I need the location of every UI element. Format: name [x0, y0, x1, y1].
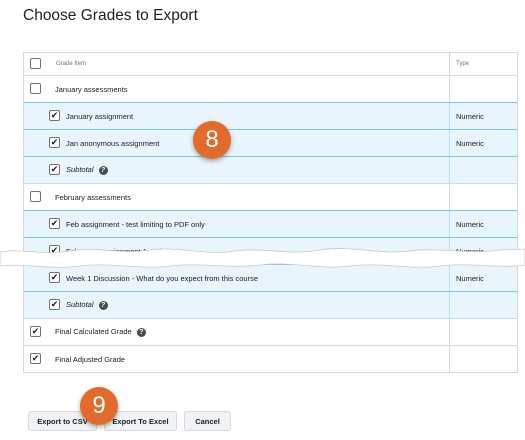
- row-checkbox[interactable]: [49, 299, 60, 310]
- help-icon[interactable]: ?: [136, 327, 146, 337]
- row-checkbox[interactable]: [49, 137, 60, 148]
- grade-item-text: January assessments: [55, 84, 128, 94]
- grade-item-label: January assessments: [55, 85, 128, 94]
- grade-item-text: February assessments: [55, 192, 131, 202]
- grade-item-label: Final Adjusted Grade: [55, 355, 125, 364]
- grade-item-text: Jan anonymous assignment: [66, 138, 160, 148]
- grade-item-text: Feb group assignment 1 - cd test: [66, 246, 176, 256]
- row-checkbox[interactable]: [49, 272, 60, 283]
- grade-type-label: Numeric: [456, 246, 484, 256]
- table-row: Jan anonymous assignment Numeric: [24, 129, 517, 156]
- grade-type-label: Numeric: [456, 273, 484, 283]
- grade-item-label: Week 1 Discussion - What do you expect f…: [66, 274, 258, 283]
- table-row: January assessments: [24, 75, 517, 102]
- grade-item-text: Week 1 Discussion - What do you expect f…: [66, 273, 259, 283]
- help-icon[interactable]: ?: [98, 165, 108, 175]
- row-checkbox[interactable]: [30, 353, 41, 364]
- row-checkbox[interactable]: [49, 218, 60, 229]
- row-checkbox[interactable]: [49, 110, 60, 121]
- column-header-type: Type: [456, 61, 470, 67]
- grade-item-label: Feb group assignment 1 - cd test: [66, 247, 176, 256]
- grade-item-text: Final Calculated Grade: [55, 327, 132, 337]
- table-row: Subtotal?: [24, 156, 517, 183]
- table-row: Subtotal?: [24, 291, 517, 318]
- select-all-checkbox[interactable]: [30, 58, 41, 69]
- grade-item-label: Subtotal?: [66, 300, 108, 310]
- table-row: Final Calculated Grade?: [24, 318, 517, 345]
- grade-item-text: January assignment: [66, 111, 134, 121]
- table-row: Week 1 Discussion - What do you expect f…: [24, 264, 517, 291]
- grade-item-label: February assessments: [55, 193, 131, 202]
- grade-items-table: Grade Item Type January assessments Janua…: [23, 52, 518, 373]
- row-checkbox[interactable]: [30, 191, 41, 202]
- table-row: Feb group assignment 1 - cd test Numeric: [24, 237, 517, 264]
- grade-type-label: Numeric: [456, 219, 484, 229]
- column-header-grade-item: Grade Item: [56, 61, 87, 67]
- grade-item-text: Feb assignment - test limiting to PDF on…: [66, 219, 205, 229]
- grade-item-label: Feb assignment - test limiting to PDF on…: [66, 220, 205, 229]
- cancel-button[interactable]: Cancel: [184, 411, 231, 431]
- grade-item-label: Final Calculated Grade?: [55, 327, 146, 337]
- step-8-callout: 8: [193, 121, 231, 159]
- grade-type-label: Numeric: [456, 111, 484, 121]
- grade-item-label: Subtotal?: [66, 165, 108, 175]
- table-row: January assignment Numeric: [24, 102, 517, 129]
- grade-item-text: Subtotal: [66, 300, 94, 310]
- grade-item-label: January assignment: [66, 112, 133, 121]
- row-checkbox[interactable]: [49, 164, 60, 175]
- help-icon[interactable]: ?: [98, 300, 108, 310]
- grade-item-label: Jan anonymous assignment: [66, 139, 159, 148]
- grade-item-text: Subtotal: [66, 165, 94, 175]
- row-checkbox[interactable]: [30, 83, 41, 94]
- table-row: Final Adjusted Grade: [24, 345, 517, 372]
- table-row: Feb assignment - test limiting to PDF on…: [24, 210, 517, 237]
- table-row: February assessments: [24, 183, 517, 210]
- step-9-callout: 9: [80, 387, 118, 425]
- grade-type-label: Numeric: [456, 138, 484, 148]
- table-header-row: Grade Item Type: [24, 53, 517, 75]
- page-title: Choose Grades to Export: [23, 7, 198, 24]
- row-checkbox[interactable]: [30, 326, 41, 337]
- grade-item-text: Final Adjusted Grade: [55, 354, 126, 364]
- row-checkbox[interactable]: [49, 245, 60, 256]
